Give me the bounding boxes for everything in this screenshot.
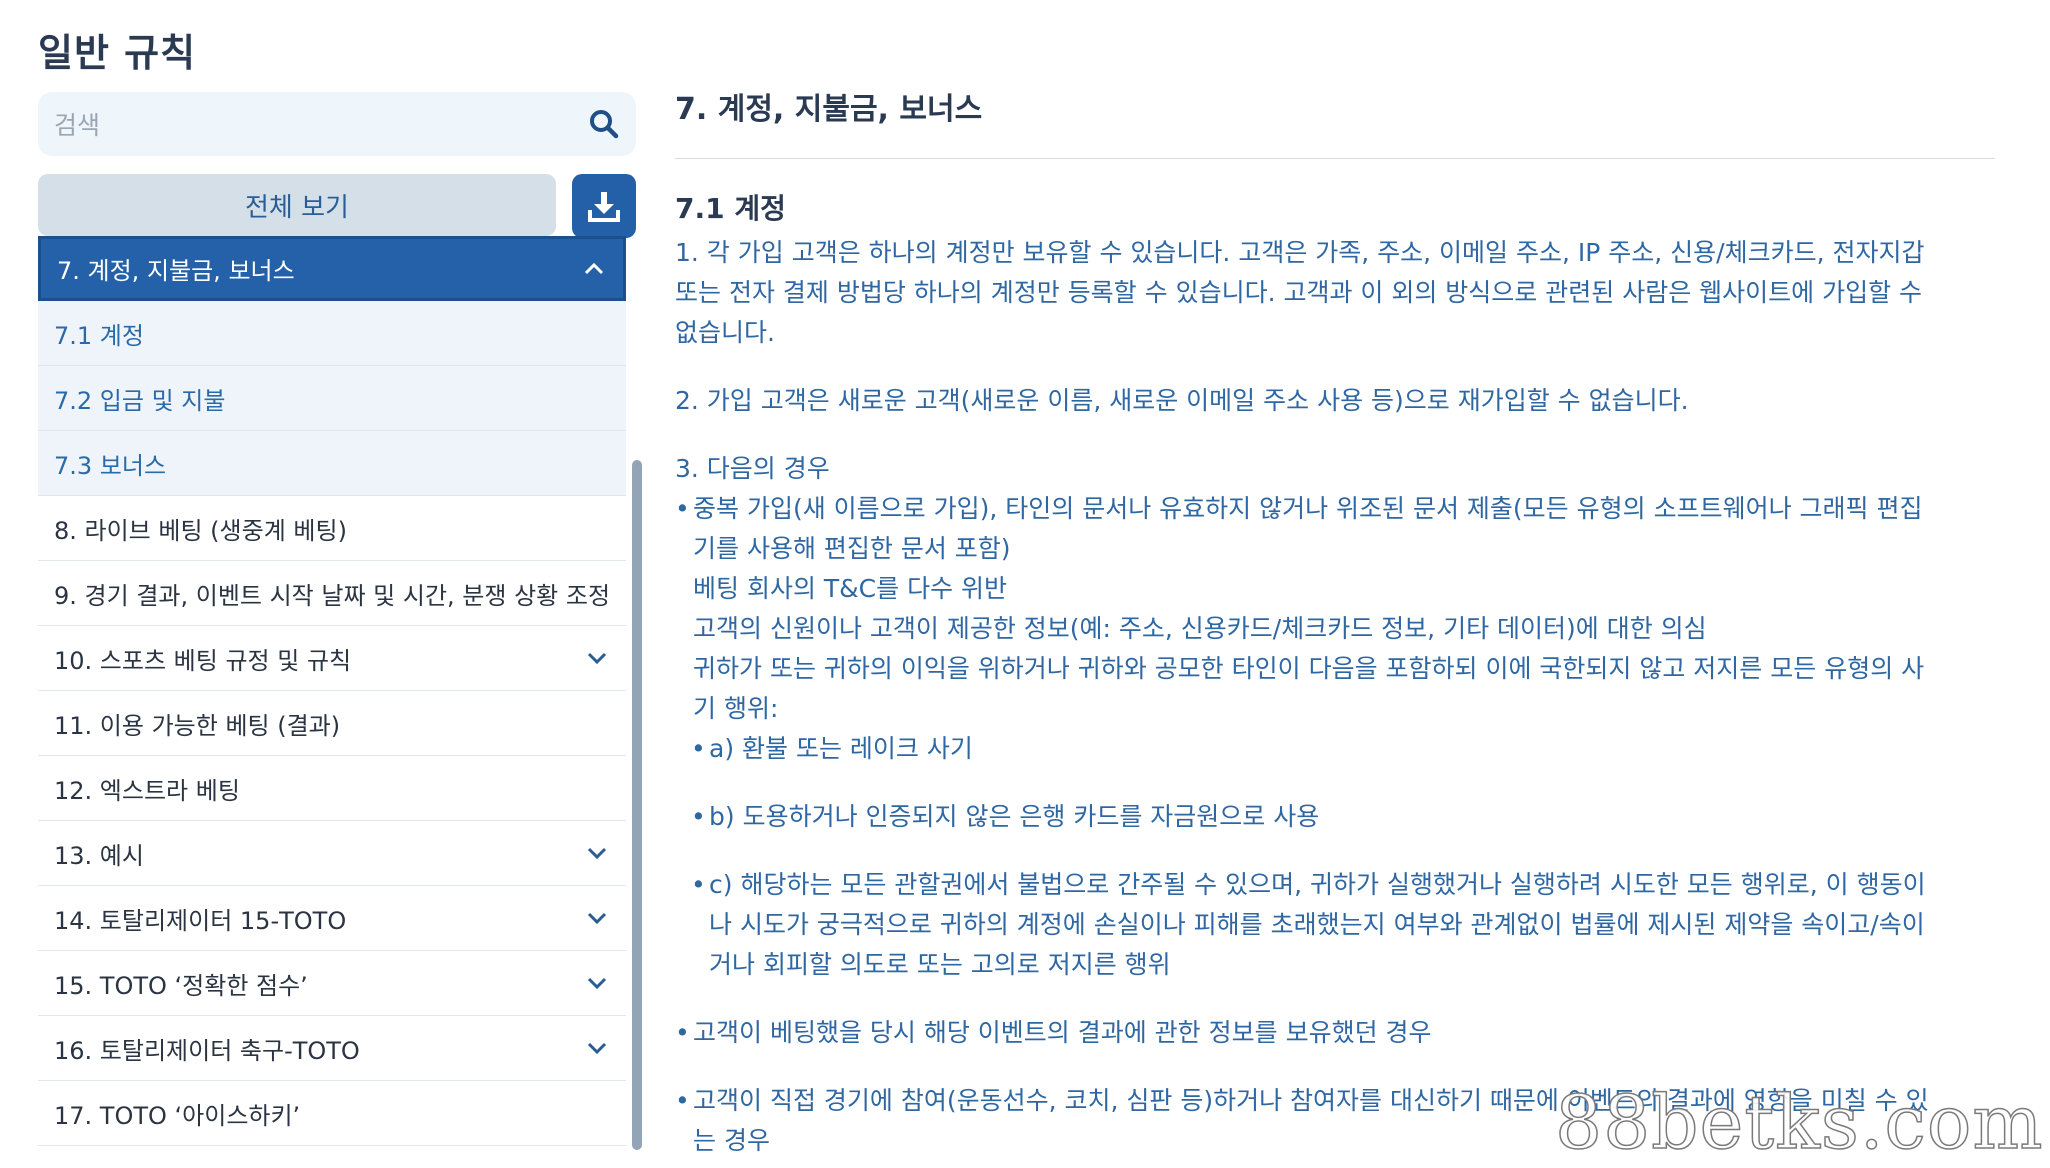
nav-item-label: 13. 예시 xyxy=(54,841,144,870)
nav-item-section-17[interactable]: 17. TOTO ‘아이스하키’ xyxy=(38,1081,626,1146)
bullet-line: 기를 사용해 편집한 문서 포함) xyxy=(693,534,1011,563)
download-button[interactable] xyxy=(572,174,636,238)
nav-item-section-14[interactable]: 14. 토탈리제이터 15-TOTO xyxy=(38,886,626,951)
paragraph-3: 3. 다음의 경우 xyxy=(675,454,830,483)
bullet-item: 중복 가입(새 이름으로 가입), 타인의 문서나 유효하지 않거나 위조된 문… xyxy=(675,489,1995,729)
chevron-down-icon[interactable] xyxy=(586,843,608,863)
nav-item-label: 12. 엑스트라 베팅 xyxy=(54,776,240,805)
nav-item-label: 7.3 보너스 xyxy=(54,451,167,480)
bullet-line: 귀하가 또는 귀하의 이익을 위하거나 귀하와 공모한 타인이 다음을 포함하되… xyxy=(693,654,1925,683)
nav-item-section-12[interactable]: 12. 엑스트라 베팅 xyxy=(38,756,626,821)
nav-item-label: 8. 라이브 베팅 (생중계 베팅) xyxy=(54,516,347,545)
paragraph-line: 또는 전자 결제 방법당 하나의 계정만 등록할 수 있습니다. 고객과 이 외… xyxy=(675,278,1923,307)
paragraph-line: 1. 각 가입 고객은 하나의 계정만 보유할 수 있습니다. 고객은 가족, … xyxy=(675,238,1925,267)
nav-item-section-11[interactable]: 11. 이용 가능한 베팅 (결과) xyxy=(38,691,626,756)
divider xyxy=(675,158,1995,159)
nav-item-label: 16. 토탈리제이터 축구-TOTO xyxy=(54,1036,360,1065)
nav-item-7-2[interactable]: 7.2 입금 및 지불 xyxy=(38,366,626,431)
bullet-line: 고객의 신원이나 고객이 제공한 정보(예: 주소, 신용카드/체크카드 정보,… xyxy=(693,614,1707,643)
nav-item-label: 14. 토탈리제이터 15-TOTO xyxy=(54,906,347,935)
nav-item-7-1[interactable]: 7.1 계정 xyxy=(38,301,626,366)
chevron-down-icon[interactable] xyxy=(586,1038,608,1058)
chevron-up-icon[interactable] xyxy=(583,259,605,279)
nav-item-label: 7.1 계정 xyxy=(54,321,144,350)
chevron-down-icon[interactable] xyxy=(586,648,608,668)
watermark-text: 88betks.com xyxy=(1554,1079,2044,1167)
paragraph-2: 2. 가입 고객은 새로운 고객(새로운 이름, 새로운 이메일 주소 사용 등… xyxy=(675,386,1689,415)
bullet-item: 고객이 베팅했을 당시 해당 이벤트의 결과에 관한 정보를 보유했던 경우 xyxy=(675,1013,1995,1053)
nav-item-label: 9. 경기 결과, 이벤트 시작 날짜 및 시간, 분쟁 상황 조정 xyxy=(54,581,611,610)
section-title: 7. 계정, 지불금, 보너스 xyxy=(675,92,983,127)
nav-item-section-13[interactable]: 13. 예시 xyxy=(38,821,626,886)
nav-item-label: 7. 계정, 지불금, 보너스 xyxy=(57,257,295,285)
nav-item-label: 17. TOTO ‘아이스하키’ xyxy=(54,1101,301,1130)
bullet-line: 베팅 회사의 T&C를 다수 위반 xyxy=(693,574,1008,603)
nav-item-label: 15. TOTO ‘정확한 점수’ xyxy=(54,971,308,1000)
page-title: 일반 규칙 xyxy=(38,31,197,75)
nav-item-section-15[interactable]: 15. TOTO ‘정확한 점수’ xyxy=(38,951,626,1016)
chevron-down-icon[interactable] xyxy=(586,973,608,993)
sidebar-scrollbar[interactable] xyxy=(632,460,642,1150)
bullet-line: 중복 가입(새 이름으로 가입), 타인의 문서나 유효하지 않거나 위조된 문… xyxy=(693,494,1923,523)
bullet-line: 기 행위: xyxy=(693,694,779,723)
bullet-line: 나 시도가 궁극적으로 귀하의 계정에 손실이나 피해를 초래했는지 여부와 관… xyxy=(709,910,1925,939)
view-all-button[interactable]: 전체 보기 xyxy=(38,174,556,236)
bullet-line: 거나 회피할 의도로 또는 고의로 저지른 행위 xyxy=(709,950,1171,979)
nav-item-label: 7.2 입금 및 지불 xyxy=(54,386,226,415)
paragraph-line: 없습니다. xyxy=(675,318,775,347)
nav-item-7-3[interactable]: 7.3 보너스 xyxy=(38,431,626,496)
search-icon[interactable] xyxy=(588,108,620,140)
nav-item-section-8[interactable]: 8. 라이브 베팅 (생중계 베팅) xyxy=(38,496,626,561)
nav-list: 7. 계정, 지불금, 보너스 7.1 계정 7.2 입금 및 지불 7.3 보… xyxy=(38,236,626,1146)
nav-item-section-9[interactable]: 9. 경기 결과, 이벤트 시작 날짜 및 시간, 분쟁 상황 조정 xyxy=(38,561,626,626)
nav-item-label: 10. 스포츠 베팅 규정 및 규칙 xyxy=(54,646,352,675)
paragraph-1: 1. 각 가입 고객은 하나의 계정만 보유할 수 있습니다. 고객은 가족, … xyxy=(675,233,1995,353)
bullet-line: c) 해당하는 모든 관할권에서 불법으로 간주될 수 있으며, 귀하가 실행했… xyxy=(709,870,1926,899)
sub-bullet-item: b) 도용하거나 인증되지 않은 은행 카드를 자금원으로 사용 xyxy=(675,797,1995,837)
search-input[interactable] xyxy=(52,100,576,150)
sub-bullet-item: a) 환불 또는 레이크 사기 xyxy=(675,729,1995,769)
sub-bullet-item: c) 해당하는 모든 관할권에서 불법으로 간주될 수 있으며, 귀하가 실행했… xyxy=(675,865,1995,985)
nav-item-label: 11. 이용 가능한 베팅 (결과) xyxy=(54,711,341,740)
download-icon xyxy=(588,192,620,222)
content-panel: 7. 계정, 지불금, 보너스 7.1 계정 1. 각 가입 고객은 하나의 계… xyxy=(675,84,1995,1161)
search-box xyxy=(38,92,636,156)
nav-item-section-10[interactable]: 10. 스포츠 베팅 규정 및 규칙 xyxy=(38,626,626,691)
nav-item-section-7[interactable]: 7. 계정, 지불금, 보너스 xyxy=(38,236,626,301)
chevron-down-icon[interactable] xyxy=(586,908,608,928)
subsection-title: 7.1 계정 xyxy=(675,192,786,225)
nav-item-section-16[interactable]: 16. 토탈리제이터 축구-TOTO xyxy=(38,1016,626,1081)
